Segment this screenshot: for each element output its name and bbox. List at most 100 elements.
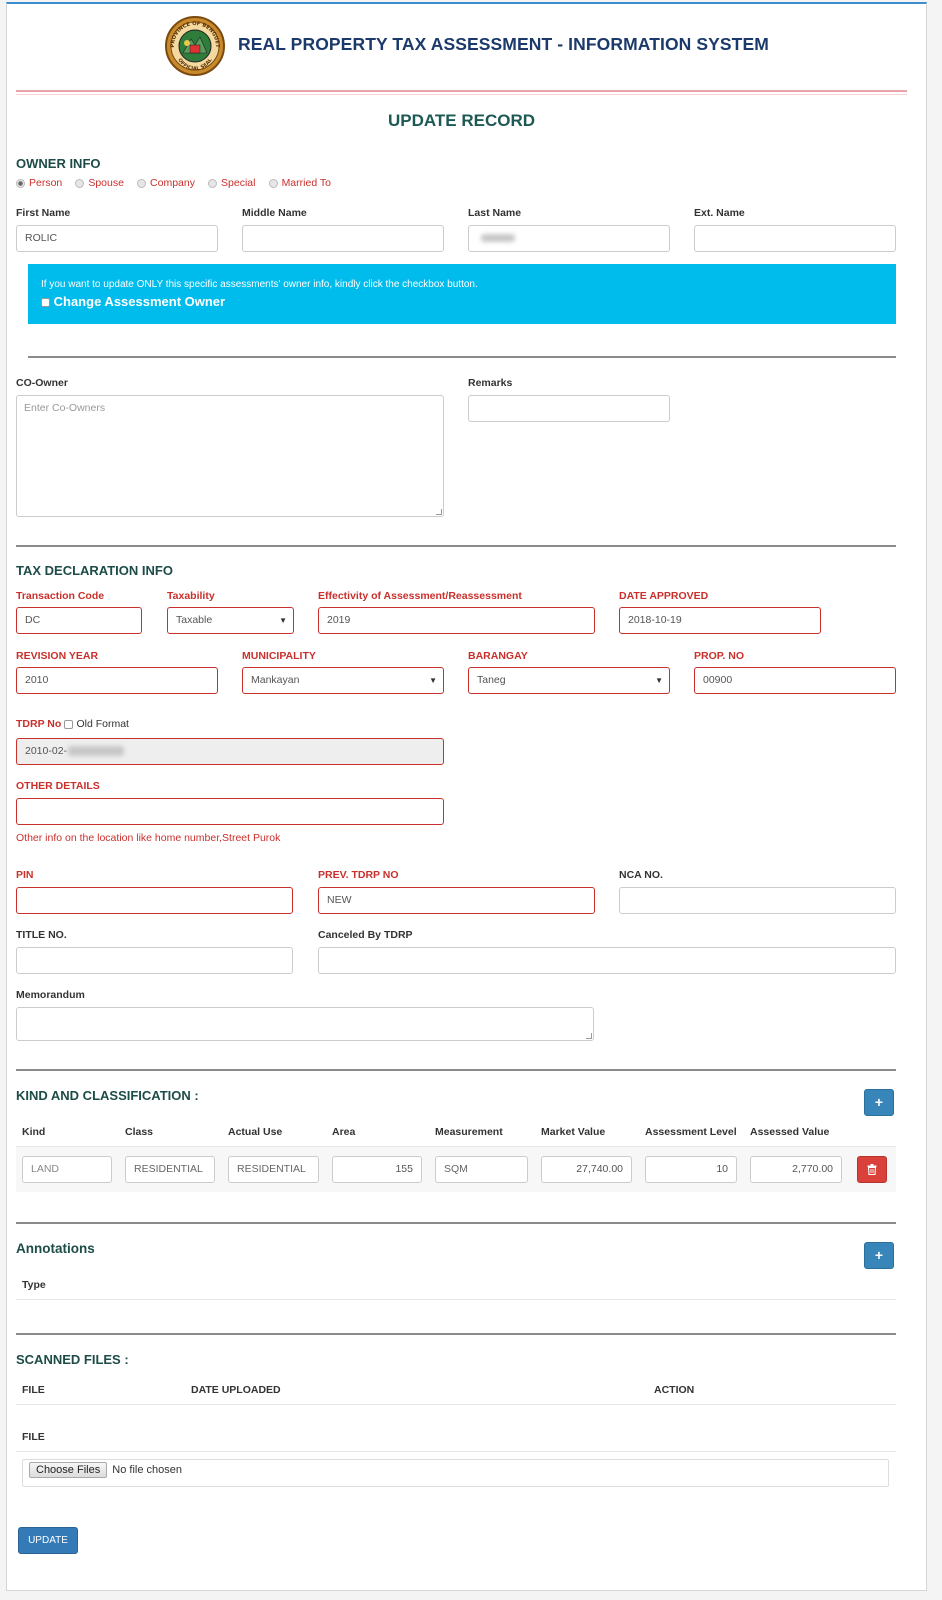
transaction-code-label: Transaction Code <box>16 590 105 602</box>
pin-input[interactable] <box>16 887 293 914</box>
pin-label: PIN <box>16 869 34 881</box>
change-owner-row: Change Assessment Owner <box>41 294 225 309</box>
kind-input[interactable]: LAND <box>22 1156 112 1183</box>
effectivity-input[interactable]: 2019 <box>318 607 595 634</box>
radio-married-to[interactable] <box>268 178 278 188</box>
add-annotation-button[interactable]: + <box>864 1242 894 1269</box>
radio-spouse-label[interactable]: Spouse <box>88 177 124 189</box>
radio-married-to-label[interactable]: Married To <box>282 177 331 189</box>
radio-company-label[interactable]: Company <box>150 177 195 189</box>
assessment-level-input[interactable]: 10 <box>645 1156 737 1183</box>
owner-info-title: OWNER INFO <box>16 156 101 171</box>
add-classification-button[interactable]: + <box>864 1089 894 1116</box>
first-name-input[interactable]: ROLIC <box>16 225 218 252</box>
update-button[interactable]: UPDATE <box>18 1527 78 1554</box>
redacted-last-name <box>481 234 515 243</box>
action-col-header: ACTION <box>654 1384 695 1396</box>
revision-year-input[interactable]: 2010 <box>16 667 218 694</box>
radio-person[interactable] <box>16 178 25 188</box>
remarks-label: Remarks <box>468 377 513 389</box>
section-divider <box>16 545 896 547</box>
tdrp-value: 2010-02- <box>25 745 68 757</box>
remarks-input[interactable] <box>468 395 670 422</box>
delete-row-button[interactable] <box>857 1156 887 1183</box>
barangay-select[interactable]: Taneg ▼ <box>468 667 670 694</box>
tdrp-label-row: TDRP No Old Format <box>16 718 129 730</box>
col-market-value-header: Market Value <box>541 1126 606 1138</box>
scanned-files-title: SCANNED FILES : <box>16 1352 129 1367</box>
section-divider <box>16 1222 896 1224</box>
radio-company[interactable] <box>137 178 147 188</box>
col-class-header: Class <box>125 1126 154 1138</box>
date-approved-input[interactable]: 2018-10-19 <box>619 607 821 634</box>
section-divider <box>16 1333 896 1335</box>
col-measurement-header: Measurement <box>435 1126 503 1138</box>
tdrp-label: TDRP No <box>16 718 62 730</box>
municipality-select[interactable]: Mankayan ▼ <box>242 667 444 694</box>
barangay-label: BARANGAY <box>468 650 528 662</box>
other-details-help: Other info on the location like home num… <box>16 832 281 844</box>
col-assessed-value-header: Assessed Value <box>750 1126 830 1138</box>
redacted-tdrp <box>68 746 125 757</box>
change-owner-info-box: If you want to update ONLY this specific… <box>28 264 896 324</box>
first-name-label: First Name <box>16 207 71 219</box>
choose-files-button[interactable]: Choose Files <box>29 1462 108 1478</box>
last-name-input[interactable] <box>468 225 670 252</box>
middle-name-input[interactable] <box>242 225 444 252</box>
memorandum-textarea[interactable] <box>16 1007 594 1041</box>
change-owner-checkbox[interactable] <box>41 298 50 308</box>
col-area-header: Area <box>332 1126 356 1138</box>
change-owner-info-text: If you want to update ONLY this specific… <box>41 279 478 290</box>
area-input[interactable]: 155 <box>332 1156 422 1183</box>
old-format-label[interactable]: Old Format <box>76 718 129 730</box>
old-format-checkbox[interactable] <box>64 719 74 729</box>
header-divider <box>16 90 907 92</box>
prop-no-input[interactable]: 00900 <box>694 667 896 694</box>
radio-special[interactable] <box>208 178 218 188</box>
owner-type-radio-group: Person Spouse Company Special Married To <box>16 177 341 189</box>
dropdown-arrow-icon: ▼ <box>429 676 437 685</box>
date-uploaded-col-header: DATE UPLOADED <box>191 1384 281 1396</box>
radio-spouse[interactable] <box>75 178 85 188</box>
municipality-label: MUNICIPALITY <box>242 650 316 662</box>
resize-handle-icon[interactable] <box>586 1033 592 1039</box>
change-owner-label[interactable]: Change Assessment Owner <box>54 294 225 309</box>
resize-handle-icon[interactable] <box>436 509 442 515</box>
no-file-text: No file chosen <box>112 1464 182 1476</box>
table-divider <box>16 1451 896 1452</box>
radio-special-label[interactable]: Special <box>221 177 255 189</box>
transaction-code-input[interactable]: DC <box>16 607 142 634</box>
file-input[interactable]: Choose Files No file chosen <box>22 1459 889 1487</box>
ext-name-input[interactable] <box>694 225 896 252</box>
nca-input[interactable] <box>619 887 896 914</box>
col-assessment-level-header: Assessment Level <box>645 1126 737 1138</box>
taxability-label: Taxability <box>167 590 215 602</box>
title-no-input[interactable] <box>16 947 293 974</box>
nca-label: NCA NO. <box>619 869 663 881</box>
co-owner-label: CO-Owner <box>16 377 68 389</box>
co-owner-textarea[interactable]: Enter Co-Owners <box>16 395 444 517</box>
taxability-select[interactable]: Taxable ▼ <box>167 607 294 634</box>
actual-use-input[interactable]: RESIDENTIAL <box>228 1156 319 1183</box>
canceled-by-label: Canceled By TDRP <box>318 929 413 941</box>
dropdown-arrow-icon: ▼ <box>279 616 287 625</box>
barangay-selected: Taneg <box>477 674 506 686</box>
tdrp-input[interactable]: 2010-02- <box>16 738 444 765</box>
title-no-label: TITLE NO. <box>16 929 67 941</box>
kind-classification-title: KIND AND CLASSIFICATION : <box>16 1088 199 1103</box>
measurement-input[interactable]: SQM <box>435 1156 528 1183</box>
class-input[interactable]: RESIDENTIAL <box>125 1156 215 1183</box>
taxability-selected: Taxable <box>176 614 213 626</box>
prev-tdrp-input[interactable]: NEW <box>318 887 595 914</box>
memorandum-label: Memorandum <box>16 989 85 1001</box>
annotation-type-header: Type <box>22 1279 46 1291</box>
ext-name-label: Ext. Name <box>694 207 745 219</box>
col-actual-use-header: Actual Use <box>228 1126 283 1138</box>
canceled-by-input[interactable] <box>318 947 896 974</box>
section-divider <box>28 356 896 358</box>
assessed-value-input[interactable]: 2,770.00 <box>750 1156 842 1183</box>
market-value-input[interactable]: 27,740.00 <box>541 1156 632 1183</box>
other-details-input[interactable] <box>16 798 444 825</box>
radio-person-label[interactable]: Person <box>29 177 62 189</box>
section-divider <box>16 1069 896 1071</box>
